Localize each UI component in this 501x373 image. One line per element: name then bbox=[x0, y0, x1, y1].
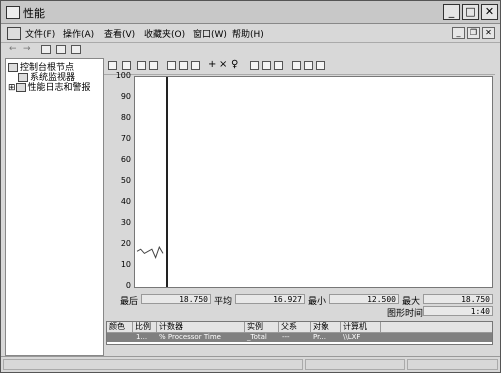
paste-counter-list-icon[interactable] bbox=[262, 61, 271, 70]
col-color[interactable]: 颜色 bbox=[107, 322, 133, 332]
col-parent[interactable]: 父系 bbox=[279, 322, 311, 332]
help-icon[interactable] bbox=[316, 61, 325, 70]
logs-icon bbox=[15, 83, 26, 92]
last-value: 18.750 bbox=[141, 294, 211, 304]
minimum-value: 12.500 bbox=[329, 294, 399, 304]
menu-window[interactable]: 窗口(W) bbox=[193, 27, 227, 40]
col-object[interactable]: 对象 bbox=[311, 322, 341, 332]
col-counter[interactable]: 计数器 bbox=[157, 322, 245, 332]
title-bar[interactable]: 性能 _ □ ✕ bbox=[1, 1, 500, 24]
view-log-data-icon[interactable] bbox=[149, 61, 158, 70]
forward-arrow-icon[interactable]: → bbox=[23, 44, 31, 54]
view-report-icon[interactable] bbox=[191, 61, 200, 70]
clear-display-icon[interactable] bbox=[122, 61, 131, 70]
y-tick-label: 10 bbox=[120, 260, 131, 269]
highlight-icon[interactable]: ♀ bbox=[231, 59, 238, 70]
performance-window: 性能 _ □ ✕ 文件(F) 操作(A) 查看(V) 收藏夹(O) 窗口(W) … bbox=[0, 0, 501, 373]
y-tick-label: 30 bbox=[120, 218, 131, 227]
back-arrow-icon[interactable]: ← bbox=[9, 44, 17, 54]
y-tick-label: 100 bbox=[115, 71, 131, 80]
col-scale[interactable]: 比例 bbox=[133, 322, 157, 332]
mdi-minimize-button[interactable]: _ bbox=[452, 27, 465, 39]
maximum-value: 18.750 bbox=[423, 294, 493, 304]
console-menu-icon[interactable] bbox=[7, 27, 21, 40]
expand-icon[interactable]: ⊞ bbox=[8, 83, 16, 93]
performance-graph bbox=[134, 76, 493, 288]
duration-label: 图形时间 bbox=[387, 309, 424, 319]
view-graph-icon[interactable] bbox=[167, 61, 176, 70]
status-pane-main bbox=[3, 359, 303, 370]
freeze-display-icon[interactable] bbox=[292, 61, 301, 70]
status-pane-secondary bbox=[305, 359, 405, 370]
view-current-activity-icon[interactable] bbox=[137, 61, 146, 70]
main-toolbar: ← → bbox=[1, 42, 500, 58]
menu-bar: 文件(F) 操作(A) 查看(V) 收藏夹(O) 窗口(W) 帮助(H) _ ❐… bbox=[1, 24, 500, 42]
menu-help[interactable]: 帮助(H) bbox=[232, 27, 264, 40]
monitor-toolbar: + × ♀ bbox=[104, 58, 495, 75]
row-counter: % Processor Time bbox=[159, 333, 221, 341]
properties-icon[interactable] bbox=[56, 45, 66, 54]
tree-node-logs-alerts[interactable]: ⊞ 性能日志和警报 bbox=[8, 80, 91, 93]
average-value: 16.927 bbox=[235, 294, 305, 304]
y-tick-label: 50 bbox=[120, 176, 131, 185]
y-tick-label: 60 bbox=[120, 155, 131, 164]
row-instance: _Total bbox=[247, 333, 267, 341]
row-scale: 1... bbox=[136, 333, 148, 341]
value-bar: 最后 18.750 平均 16.927 最小 12.500 最大 18.750 … bbox=[104, 292, 495, 319]
system-monitor-pane: + × ♀ 100 90 80 70 60 50 40 30 20 10 0 最后 18.750 平… bbox=[104, 58, 495, 354]
copy-properties-icon[interactable] bbox=[250, 61, 259, 70]
legend-header: 颜色 比例 计数器 实例 父系 对象 计算机 bbox=[107, 322, 492, 333]
menu-favorites[interactable]: 收藏夹(O) bbox=[144, 27, 185, 40]
performance-app-icon bbox=[6, 6, 20, 19]
status-pane-tertiary bbox=[407, 359, 498, 370]
graph-svg bbox=[136, 77, 168, 287]
console-tree-icon[interactable] bbox=[41, 45, 51, 54]
new-counter-set-icon[interactable] bbox=[108, 61, 117, 70]
tree-node-label: 性能日志和警报 bbox=[27, 83, 91, 93]
y-tick-label: 20 bbox=[120, 239, 131, 248]
y-tick-label: 80 bbox=[120, 113, 131, 122]
average-label: 平均 bbox=[214, 297, 233, 307]
col-instance[interactable]: 实例 bbox=[245, 322, 279, 332]
y-tick-label: 70 bbox=[120, 134, 131, 143]
folder-icon bbox=[8, 63, 18, 72]
legend-row[interactable]: 1... % Processor Time _Total --- Pr... \… bbox=[107, 333, 492, 342]
menu-action[interactable]: 操作(A) bbox=[63, 27, 94, 40]
minimum-label: 最小 bbox=[308, 297, 327, 307]
console-tree-pane: 控制台根节点 系统监视器 ⊞ 性能日志和警报 bbox=[5, 58, 104, 356]
mdi-close-button[interactable]: ✕ bbox=[482, 27, 495, 39]
minimize-button[interactable]: _ bbox=[443, 4, 460, 20]
row-computer: \\LXF bbox=[343, 333, 361, 341]
menu-view[interactable]: 查看(V) bbox=[104, 27, 135, 40]
add-counter-icon[interactable]: + bbox=[208, 59, 216, 70]
maximize-button[interactable]: □ bbox=[462, 4, 479, 20]
y-tick-label: 90 bbox=[120, 92, 131, 101]
delete-counter-icon[interactable]: × bbox=[219, 59, 227, 70]
row-object: Pr... bbox=[313, 333, 327, 341]
view-histogram-icon[interactable] bbox=[179, 61, 188, 70]
properties-icon[interactable] bbox=[274, 61, 283, 70]
counter-legend: 颜色 比例 计数器 实例 父系 对象 计算机 1... % Processor … bbox=[106, 321, 493, 345]
col-computer[interactable]: 计算机 bbox=[341, 322, 381, 332]
help-icon[interactable] bbox=[71, 45, 81, 54]
last-label: 最后 bbox=[120, 297, 139, 307]
close-button[interactable]: ✕ bbox=[481, 4, 498, 20]
update-data-icon[interactable] bbox=[304, 61, 313, 70]
y-tick-label: 0 bbox=[125, 281, 131, 290]
mdi-restore-button[interactable]: ❐ bbox=[467, 27, 480, 39]
row-parent: --- bbox=[282, 333, 290, 341]
y-tick-label: 40 bbox=[120, 197, 131, 206]
window-title: 性能 bbox=[23, 7, 45, 20]
duration-value: 1:40 bbox=[423, 306, 493, 316]
status-bar bbox=[1, 356, 500, 373]
menu-file[interactable]: 文件(F) bbox=[25, 27, 55, 40]
series-line-processor-time bbox=[136, 245, 164, 259]
